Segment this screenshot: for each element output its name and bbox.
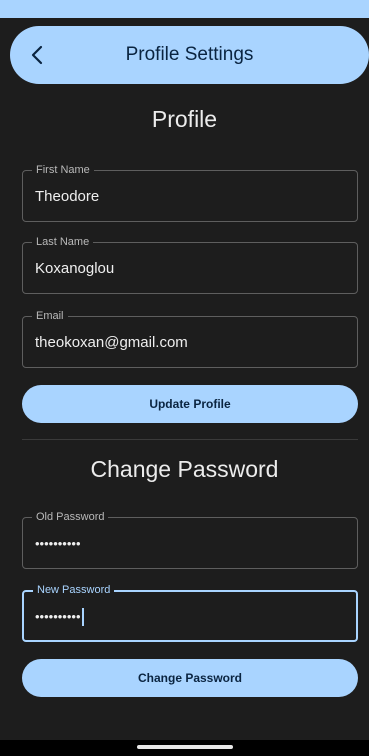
old-password-label: Old Password bbox=[32, 510, 109, 524]
new-password-field[interactable]: New Password •••••••••• bbox=[22, 583, 358, 642]
change-password-button[interactable]: Change Password bbox=[22, 659, 358, 697]
profile-heading: Profile bbox=[151, 106, 218, 132]
last-name-field[interactable]: Last Name Koxanoglou bbox=[22, 235, 358, 294]
chevron-left-icon bbox=[31, 45, 43, 65]
first-name-value: Theodore bbox=[35, 188, 100, 205]
status-bar bbox=[0, 0, 369, 18]
navigation-bar bbox=[0, 740, 369, 756]
text-caret bbox=[81, 608, 84, 627]
app-bar-title: Profile Settings bbox=[125, 44, 254, 65]
email-field[interactable]: Email theokoxan@gmail.com bbox=[22, 309, 358, 368]
change-password-heading: Change Password bbox=[90, 456, 279, 482]
home-indicator[interactable] bbox=[137, 745, 233, 749]
last-name-label: Last Name bbox=[32, 235, 94, 249]
email-value: theokoxan@gmail.com bbox=[35, 334, 188, 351]
new-password-input: •••••••••• bbox=[35, 607, 84, 627]
old-password-field[interactable]: Old Password •••••••••• bbox=[22, 510, 358, 569]
update-profile-button[interactable]: Update Profile bbox=[22, 385, 358, 423]
back-button[interactable] bbox=[22, 40, 52, 70]
last-name-value: Koxanoglou bbox=[35, 260, 115, 277]
first-name-field[interactable]: First Name Theodore bbox=[22, 163, 358, 222]
section-divider bbox=[22, 439, 358, 440]
profile-settings-screen: Profile Settings Profile First Name Theo… bbox=[0, 0, 369, 756]
new-password-label: New Password bbox=[33, 583, 115, 597]
email-label: Email bbox=[32, 309, 68, 323]
old-password-value: •••••••••• bbox=[35, 536, 81, 551]
app-bar: Profile Settings bbox=[10, 26, 369, 84]
first-name-label: First Name bbox=[32, 163, 94, 177]
new-password-value: •••••••••• bbox=[35, 609, 81, 624]
